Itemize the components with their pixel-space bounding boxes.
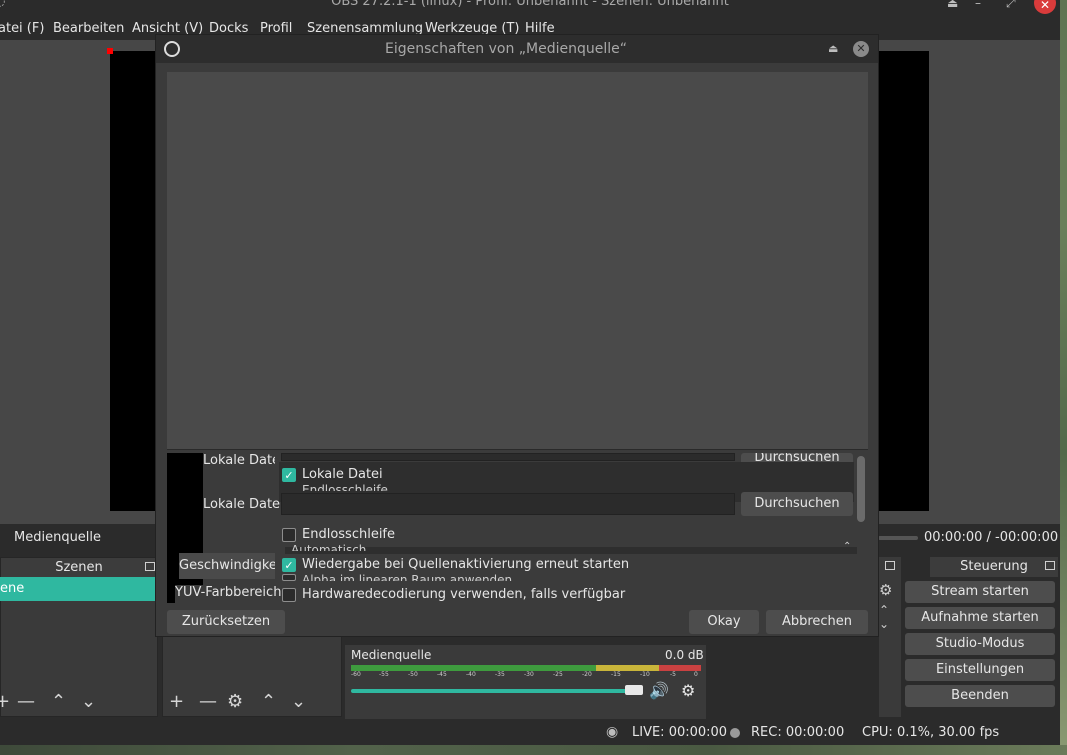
speed-label: Geschwindigkeit — [179, 553, 275, 579]
local-file-input-ghost — [281, 453, 735, 461]
local-file-checkbox-label: Lokale Datei — [302, 467, 383, 482]
duration-up-icon[interactable]: ⌃ — [879, 603, 889, 617]
properties-list: Lokale Datei Durchsuchen ✓ Lokale Datei … — [167, 453, 868, 603]
browse-button[interactable]: Durchsuchen — [741, 492, 853, 516]
media-seek-slider[interactable] — [878, 536, 918, 540]
status-bar: ◉ LIVE: 00:00:00 REC: 00:00:00 CPU: 0.1%… — [0, 720, 1060, 745]
studio-mode-button[interactable]: Studio-Modus — [905, 633, 1055, 655]
alpha-ghost-checkbox — [282, 574, 296, 581]
loop-checkbox-label: Endlosschleife — [302, 527, 395, 542]
meter-tick: 0 — [694, 671, 698, 678]
source-up-icon[interactable]: ⌃ — [261, 691, 276, 712]
live-icon: ◉ — [606, 724, 619, 740]
move-down-icon[interactable]: ⌄ — [81, 691, 96, 712]
rec-icon — [730, 728, 740, 738]
scenes-dock-header: Szenen — [1, 558, 157, 578]
source-preview — [167, 72, 868, 450]
settings-button[interactable]: Einstellungen — [905, 659, 1055, 681]
cancel-button[interactable]: Abbrechen — [766, 610, 868, 634]
start-stream-button[interactable]: Stream starten — [905, 581, 1055, 603]
dock-float-icon[interactable] — [145, 562, 155, 571]
alpha-ghost-label: Alpha im linearen Raum anwenden — [302, 573, 513, 581]
dialog-title: Eigenschaften von „Medienquelle“ — [384, 41, 628, 57]
menu-edit[interactable]: Bearbeiten — [53, 21, 124, 36]
audio-mixer: Medienquelle 0.0 dB -60 -55 -50 -45 -40 … — [345, 645, 706, 719]
start-recording-button[interactable]: Aufnahme starten — [905, 607, 1055, 629]
meter-tick: -5 — [670, 671, 676, 678]
source-resize-handle[interactable] — [107, 48, 113, 54]
hw-decode-checkbox[interactable] — [282, 588, 296, 602]
reset-button[interactable]: Zurücksetzen — [167, 610, 285, 634]
meter-tick: -15 — [611, 671, 621, 678]
dock-float-icon[interactable] — [885, 561, 895, 570]
menu-file[interactable]: atei (F) — [0, 21, 44, 36]
scene-list-item[interactable]: ene — [0, 577, 155, 601]
meter-tick: -25 — [553, 671, 563, 678]
yuv-range-label: YUV-Farbbereich — [175, 585, 281, 603]
local-file-input[interactable] — [281, 493, 735, 515]
keep-above-icon[interactable]: ⏏ — [828, 42, 838, 55]
volume-slider-handle[interactable] — [625, 685, 643, 695]
local-file-label: Lokale Datei — [203, 497, 284, 512]
remove-source-icon[interactable]: — — [199, 691, 217, 712]
live-status: LIVE: 00:00:00 — [632, 725, 728, 740]
source-down-icon[interactable]: ⌄ — [291, 691, 306, 712]
meter-tick: -35 — [495, 671, 505, 678]
move-up-icon[interactable]: ⌃ — [51, 691, 66, 712]
loop-checkbox[interactable] — [282, 528, 296, 542]
minimize-icon[interactable]: – — [975, 0, 981, 10]
remove-icon[interactable]: — — [17, 691, 35, 712]
close-window-icon[interactable]: ✕ — [1034, 0, 1056, 14]
selected-source-label: Medienquelle — [14, 530, 102, 545]
dock-float-icon[interactable] — [1045, 561, 1055, 570]
meter-tick: -30 — [524, 671, 534, 678]
chevron-up-icon: ⌃ — [843, 541, 852, 552]
controls-dock-header: Steuerung — [930, 557, 1058, 577]
meter-tick: -40 — [466, 671, 476, 678]
meter-tick: -60 — [351, 671, 361, 678]
rec-status: REC: 00:00:00 — [751, 725, 845, 740]
hw-decode-label: Hardwaredecodierung verwenden, falls ver… — [302, 587, 626, 602]
mixer-level: 0.0 dB — [665, 648, 704, 662]
ok-button[interactable]: Okay — [689, 610, 759, 634]
desktop-background — [1060, 0, 1067, 755]
source-settings-icon[interactable]: ⚙ — [227, 691, 243, 712]
dialog-titlebar: Eigenschaften von „Medienquelle“ ⏏ ✕ — [156, 35, 878, 63]
meter-tick: -45 — [437, 671, 447, 678]
desktop-background-bottom — [0, 745, 1067, 755]
auto-ghost-label: Automatisch — [291, 543, 367, 551]
keep-above-icon[interactable]: ⏏ — [947, 0, 958, 10]
meter-tick: -20 — [582, 671, 592, 678]
cpu-status: CPU: 0.1%, 30.00 fps — [862, 725, 1000, 740]
window-title: OBS 27.2.1-1 (linux) - Profil: Unbenannt… — [331, 0, 729, 9]
maximize-icon[interactable]: ⤢ — [1006, 0, 1016, 11]
transition-settings-icon[interactable]: ⚙ — [879, 581, 892, 599]
local-file-label-ghost: Lokale Datei — [203, 453, 275, 471]
restart-playback-checkbox[interactable]: ✓ — [282, 558, 296, 572]
auto-ghost-row — [285, 547, 857, 554]
media-time: 00:00:00 / -00:00:00 — [924, 530, 1059, 545]
meter-tick: -55 — [379, 671, 389, 678]
meter-tick: -50 — [408, 671, 418, 678]
properties-scrollbar[interactable] — [857, 456, 865, 522]
restart-playback-label: Wiedergabe bei Quellenaktivierung erneut… — [302, 557, 630, 572]
add-icon[interactable]: + — [0, 691, 10, 712]
volume-slider[interactable] — [351, 689, 636, 693]
speaker-icon[interactable]: 🔊 — [649, 681, 669, 700]
meter-scale: -60 -55 -50 -45 -40 -35 -30 -25 -20 -15 … — [351, 671, 701, 679]
local-file-checkbox[interactable]: ✓ — [282, 468, 296, 482]
mixer-source-name: Medienquelle — [351, 648, 432, 662]
mixer-settings-icon[interactable]: ⚙ — [681, 681, 695, 700]
duration-down-icon[interactable]: ⌄ — [879, 617, 889, 631]
meter-tick: -10 — [640, 671, 650, 678]
transitions-dock: ⚙ ⌃ ⌄ — [879, 557, 901, 717]
add-source-icon[interactable]: + — [169, 691, 184, 712]
properties-dialog: Eigenschaften von „Medienquelle“ ⏏ ✕ Lok… — [155, 34, 879, 637]
render-artifact — [167, 453, 203, 603]
loop-ghost-label: Endlosschleife — [302, 483, 388, 491]
exit-button[interactable]: Beenden — [905, 685, 1055, 707]
close-dialog-icon[interactable]: ✕ — [853, 41, 869, 57]
window-titlebar: ◌ OBS 27.2.1-1 (linux) - Profil: Unbenan… — [0, 0, 1060, 18]
